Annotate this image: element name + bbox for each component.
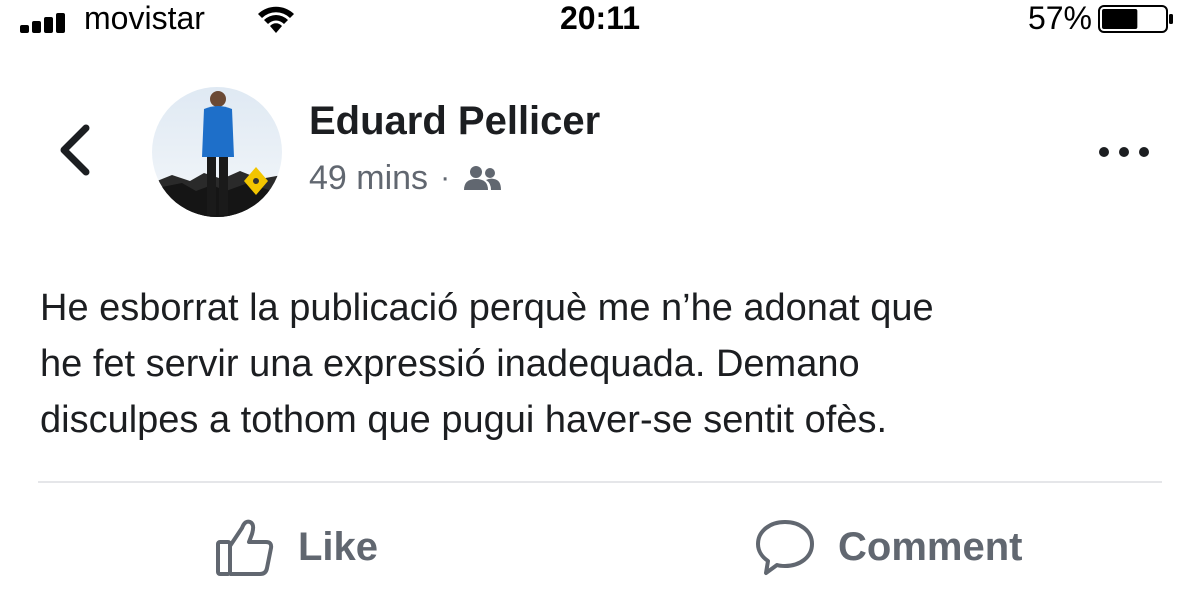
friends-icon[interactable] [462,164,502,192]
status-time: 20:11 [559,0,641,36]
like-label: Like [298,524,379,569]
chevron-left-icon [60,124,90,176]
comment-label: Comment [838,524,1023,569]
post-meta: 49 mins · [309,158,502,198]
battery-percent: 57% [1027,0,1092,36]
battery-icon [1098,5,1173,33]
like-button[interactable]: Like [214,512,378,582]
comment-icon [756,520,814,575]
avatar-photo [152,87,282,217]
thumbs-up-icon [216,519,274,576]
author-name[interactable]: Eduard Pellicer [309,97,600,145]
battery-level [1102,9,1138,29]
status-bar: movistar 20:11 57% [0,0,1200,40]
comment-button[interactable]: Comment [754,512,1022,582]
meta-separator: · [440,161,451,194]
avatar[interactable] [152,87,282,217]
post-timestamp[interactable]: 49 mins [309,159,428,198]
post-text: He esborrat la publicació perquè me n’he… [40,287,934,441]
more-options-button[interactable] [1094,140,1154,164]
more-horizontal-icon [1099,147,1149,157]
divider [38,481,1162,483]
back-button[interactable] [50,120,100,180]
